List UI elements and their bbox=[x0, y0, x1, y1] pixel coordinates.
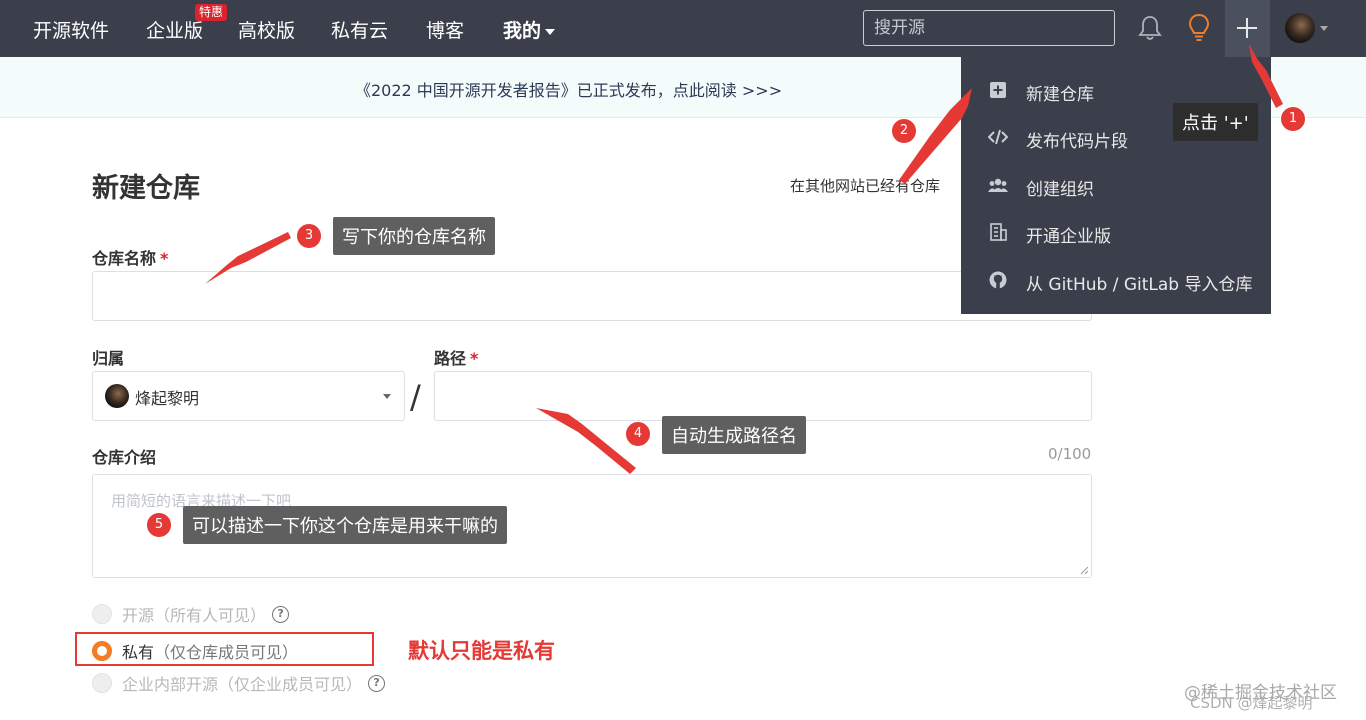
annotation-arrows bbox=[205, 44, 1283, 474]
tooltip-step-5: 可以描述一下你这个仓库是用来干嘛的 bbox=[183, 506, 507, 544]
tooltip-step-3: 写下你的仓库名称 bbox=[333, 217, 495, 255]
arrow-step-3 bbox=[205, 232, 291, 284]
arrow-step-1 bbox=[1249, 44, 1283, 108]
step-badge-3: 3 bbox=[296, 223, 322, 249]
watermark-csdn: CSDN @烽起黎明 bbox=[1190, 694, 1313, 712]
step-badge-2: 2 bbox=[891, 118, 917, 144]
arrow-step-4 bbox=[536, 408, 636, 474]
tooltip-step-1: 点击 '+' bbox=[1173, 103, 1258, 141]
step-badge-1: 1 bbox=[1280, 106, 1306, 132]
step-badge-5: 5 bbox=[146, 512, 172, 538]
step-badge-4: 4 bbox=[625, 421, 651, 447]
tooltip-step-4: 自动生成路径名 bbox=[662, 416, 806, 454]
